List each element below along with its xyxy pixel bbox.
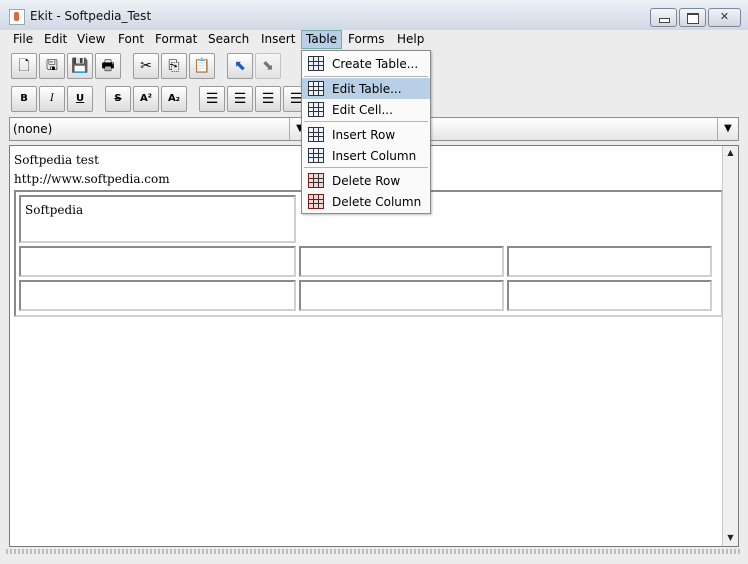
table-icon: [308, 56, 324, 71]
maximize-button[interactable]: [679, 8, 706, 27]
menu-separator: [304, 121, 428, 122]
scroll-down-icon[interactable]: ▼: [723, 531, 738, 545]
menu-format[interactable]: Format: [155, 31, 197, 48]
table-cell[interactable]: [19, 246, 296, 277]
subscript-button[interactable]: A₂: [161, 86, 187, 112]
print-button[interactable]: 🖶: [95, 53, 121, 79]
menu-table[interactable]: Table: [301, 30, 343, 49]
delete-column-icon: [308, 194, 324, 209]
table-cell-text: Softpedia: [25, 203, 84, 217]
table-cell[interactable]: [507, 246, 712, 277]
copy-button[interactable]: ⎘: [161, 53, 187, 79]
insert-row-icon: [308, 127, 324, 142]
close-icon: ✕: [719, 10, 730, 23]
align-left-button[interactable]: ☰: [199, 86, 225, 112]
minimize-button[interactable]: [650, 8, 677, 27]
table-icon: [308, 81, 324, 96]
java-app-icon: [9, 9, 25, 25]
table-cell[interactable]: [299, 280, 504, 311]
insert-column-icon: [308, 148, 324, 163]
table-cell[interactable]: [507, 280, 712, 311]
menu-separator: [304, 76, 428, 77]
table-cell-icon: [308, 102, 324, 117]
copy-icon: ⎘: [168, 58, 180, 74]
paste-button[interactable]: 📋: [189, 53, 215, 79]
resize-grip[interactable]: [6, 549, 742, 554]
table-cell[interactable]: [19, 280, 296, 311]
undo-icon: ⬉: [234, 58, 246, 74]
table-menu-dropdown: Create Table... Edit Table... Edit Cell.…: [301, 50, 431, 214]
editor-line-1: Softpedia test: [14, 153, 99, 167]
menu-insert[interactable]: Insert: [261, 31, 295, 48]
open-button[interactable]: 🖫: [39, 53, 65, 79]
app-window: Ekit - Softpedia_Test ✕ File Edit View F…: [0, 0, 748, 564]
menu-font[interactable]: Font: [118, 31, 144, 48]
redo-icon: ⬊: [262, 58, 274, 74]
title-bar: Ekit - Softpedia_Test ✕: [0, 0, 748, 31]
strikethrough-button[interactable]: S: [105, 86, 131, 112]
align-center-button[interactable]: ☰: [227, 86, 253, 112]
menu-view[interactable]: View: [77, 31, 105, 48]
superscript-button[interactable]: A²: [133, 86, 159, 112]
align-left-icon: ☰: [205, 91, 219, 107]
new-document-button[interactable]: 🗋: [11, 53, 37, 79]
table-cell[interactable]: [299, 246, 504, 277]
vertical-scrollbar[interactable]: ▲ ▼: [722, 146, 738, 546]
redo-button[interactable]: ⬊: [255, 53, 281, 79]
menu-forms[interactable]: Forms: [348, 31, 384, 48]
menu-search[interactable]: Search: [208, 31, 249, 48]
font-combo[interactable]: ▼: [430, 117, 739, 141]
close-button[interactable]: ✕: [708, 8, 741, 27]
align-right-icon: ☰: [261, 91, 275, 107]
underline-button[interactable]: U: [67, 86, 93, 112]
align-center-icon: ☰: [233, 91, 247, 107]
menu-bar: File Edit View Font Format Search Insert…: [0, 30, 748, 49]
new-document-icon: 🗋: [18, 58, 30, 74]
table-cell[interactable]: Softpedia: [19, 195, 296, 243]
undo-button[interactable]: ⬉: [227, 53, 253, 79]
menu-item-create-table[interactable]: Create Table...: [302, 53, 430, 74]
print-icon: 🖶: [101, 58, 115, 74]
align-right-button[interactable]: ☰: [255, 86, 281, 112]
window-title: Ekit - Softpedia_Test: [30, 9, 152, 23]
menu-file[interactable]: File: [13, 31, 33, 48]
menu-item-insert-column[interactable]: Insert Column: [302, 145, 430, 166]
delete-row-icon: [308, 173, 324, 188]
save-icon: 💾: [71, 58, 89, 74]
menu-item-edit-table[interactable]: Edit Table...: [302, 78, 430, 99]
bold-button[interactable]: B: [11, 86, 37, 112]
menu-item-insert-row[interactable]: Insert Row: [302, 124, 430, 145]
paste-icon: 📋: [193, 58, 211, 74]
paragraph-style-value: (none): [13, 122, 53, 136]
editor-line-2: http://www.softpedia.com: [14, 172, 170, 186]
menu-item-delete-row[interactable]: Delete Row: [302, 170, 430, 191]
italic-button[interactable]: I: [39, 86, 65, 112]
scroll-up-icon[interactable]: ▲: [723, 146, 738, 160]
menu-separator: [304, 167, 428, 168]
open-icon: 🖫: [46, 58, 58, 74]
chevron-down-icon[interactable]: ▼: [717, 118, 738, 140]
save-button[interactable]: 💾: [67, 53, 93, 79]
cut-icon: ✂: [140, 58, 152, 74]
menu-help[interactable]: Help: [397, 31, 424, 48]
cut-button[interactable]: ✂: [133, 53, 159, 79]
paragraph-style-combo[interactable]: (none) ▼: [9, 117, 311, 141]
menu-item-delete-column[interactable]: Delete Column: [302, 191, 430, 212]
menu-item-edit-cell[interactable]: Edit Cell...: [302, 99, 430, 120]
menu-edit[interactable]: Edit: [44, 31, 67, 48]
